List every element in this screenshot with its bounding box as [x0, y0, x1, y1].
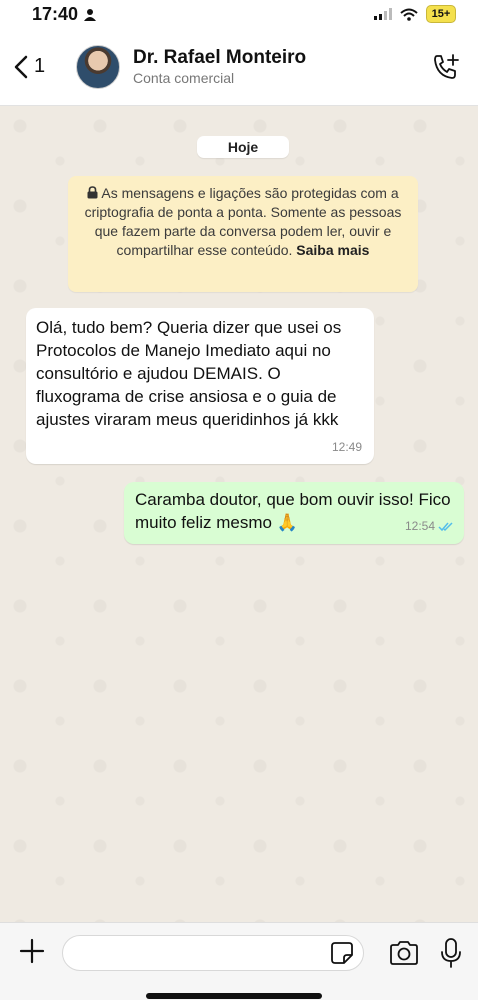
unread-count: 1 [34, 55, 46, 77]
learn-more-link[interactable]: Saiba mais [296, 242, 369, 258]
person-icon [84, 8, 97, 21]
contact-name: Dr. Rafael Monteiro [133, 46, 307, 68]
read-ticks-icon [438, 522, 453, 532]
message-meta: 12:54 [405, 515, 454, 538]
back-button[interactable]: 1 [14, 55, 76, 79]
chat-area[interactable]: Hoje As mensagens e ligações são protegi… [0, 106, 478, 922]
wifi-icon [400, 8, 418, 21]
outgoing-message[interactable]: Caramba doutor, que bom ouvir isso! Fico… [124, 482, 464, 544]
date-separator: Hoje [197, 136, 289, 158]
home-indicator [146, 993, 322, 999]
message-time: 12:49 [331, 440, 362, 454]
add-call-icon [434, 53, 459, 79]
composer-bar [0, 922, 478, 1000]
back-chevron-icon [14, 55, 28, 78]
encryption-notice[interactable]: As mensagens e ligações são protegidas c… [68, 176, 418, 292]
sticker-icon[interactable] [330, 941, 354, 965]
status-bar: 17:40 15+ [0, 0, 478, 28]
contact-info[interactable]: Dr. Rafael Monteiro Conta comercial [133, 47, 428, 87]
camera-icon[interactable] [388, 939, 420, 967]
incoming-message[interactable]: Olá, tudo bem? Queria dizer que usei os … [26, 308, 374, 464]
lock-icon [87, 186, 98, 199]
battery-indicator: 15+ [426, 5, 456, 23]
plus-icon[interactable] [18, 937, 46, 965]
signal-icon [374, 8, 392, 20]
mic-icon[interactable] [440, 937, 462, 969]
message-input[interactable] [62, 935, 364, 971]
status-time: 17:40 [32, 3, 97, 25]
clock-text: 17:40 [32, 3, 79, 24]
add-call-button[interactable] [428, 49, 464, 85]
avatar[interactable] [76, 44, 120, 89]
message-text: Olá, tudo bem? Queria dizer que usei os … [36, 318, 342, 429]
message-time: 12:54 [404, 519, 435, 533]
chat-header: 1 Dr. Rafael Monteiro Conta comercial [0, 28, 478, 106]
contact-subtitle: Conta comercial [133, 69, 235, 86]
status-indicators: 15+ [374, 5, 456, 23]
